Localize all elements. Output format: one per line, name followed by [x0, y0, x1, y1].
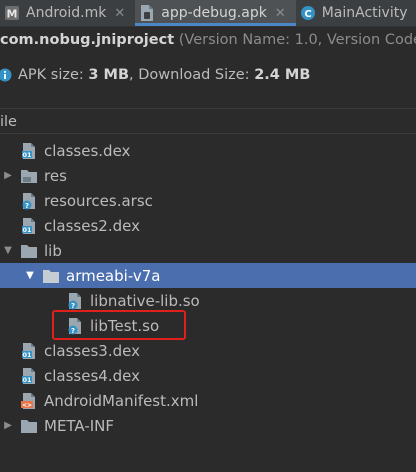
tab-label: MainActivity — [321, 5, 408, 21]
svg-text:01: 01 — [22, 151, 32, 159]
close-icon[interactable]: ✕ — [114, 6, 125, 21]
tree-item-classes4-dex[interactable]: 01 classes4.dex — [0, 363, 416, 388]
package-name: com.nobug.jniproject — [0, 32, 175, 48]
version-prefix: (Version Name: — [174, 32, 295, 48]
svg-text:?: ? — [25, 202, 29, 210]
tree-item-label: META-INF — [44, 416, 115, 435]
divider — [0, 108, 416, 109]
svg-text:C: C — [304, 9, 311, 20]
tree-item-armeabi-v7a[interactable]: ▼ armeabi-v7a — [0, 263, 416, 288]
tab-main-activity[interactable]: C MainActivity — [296, 0, 416, 26]
tree-item-resources-arsc[interactable]: ? resources.arsc — [0, 188, 416, 213]
class-icon: C — [300, 6, 315, 20]
tree-item-res[interactable]: ▶ res — [0, 163, 416, 188]
highlight-annotation-box — [52, 310, 186, 340]
tree-item-label: res — [44, 166, 67, 185]
tree-item-classes3-dex[interactable]: 01 classes3.dex — [0, 338, 416, 363]
info-icon — [0, 68, 12, 82]
version-name: 1.0 — [294, 32, 318, 48]
close-icon[interactable]: ✕ — [275, 6, 286, 21]
dex-file-icon: 01 — [22, 367, 35, 384]
tree-item-meta-inf[interactable]: ▶ META-INF — [0, 413, 416, 438]
svg-text:?: ? — [71, 302, 75, 310]
folder-icon — [43, 269, 59, 283]
tree-item-label: classes.dex — [44, 141, 131, 160]
dex-file-icon: 01 — [22, 217, 35, 234]
tab-label: app-debug.apk — [161, 5, 267, 21]
tree-item-label: resources.arsc — [44, 191, 153, 210]
chevron-down-icon[interactable]: ▼ — [24, 270, 36, 282]
dex-file-icon: 01 — [22, 142, 35, 159]
tree-item-label: classes3.dex — [44, 341, 140, 360]
apk-package-info: com.nobug.jniproject (Version Name: 1.0,… — [0, 32, 416, 56]
column-header-file[interactable]: ile — [0, 110, 416, 134]
svg-text:M: M — [7, 8, 18, 21]
tree-item-label: classes4.dex — [44, 366, 140, 385]
unknown-file-icon: ? — [68, 292, 81, 310]
tree-item-label: classes2.dex — [44, 216, 140, 235]
apk-size-label: APK size: — [18, 67, 89, 83]
makefile-icon: M — [5, 6, 19, 21]
tree-item-label: libnative-lib.so — [90, 291, 200, 310]
chevron-down-icon[interactable]: ▼ — [2, 245, 14, 257]
tree-item-classes-dex[interactable]: 01 classes.dex — [0, 138, 416, 163]
apk-size-info: APK size: 3 MB, Download Size: 2.4 MB — [0, 64, 416, 86]
tree-item-label: lib — [44, 241, 62, 260]
download-size-label: , Download Size: — [129, 67, 255, 83]
tree-item-android-manifest[interactable]: <> AndroidManifest.xml — [0, 388, 416, 413]
tab-label: Android.mk — [26, 5, 107, 21]
svg-text:<>: <> — [22, 402, 32, 409]
folder-icon — [21, 244, 37, 258]
chevron-right-icon[interactable]: ▶ — [2, 420, 14, 432]
svg-text:01: 01 — [22, 376, 32, 384]
unknown-file-icon: ? — [22, 192, 35, 210]
svg-text:01: 01 — [22, 351, 32, 359]
column-header-label: ile — [0, 113, 17, 130]
apk-size-value: 3 MB — [88, 67, 130, 83]
tree-item-label: AndroidManifest.xml — [44, 391, 199, 410]
editor-tab-bar: M Android.mk ✕ app-debug.apk ✕ C MainAct… — [0, 0, 416, 27]
dex-file-icon: 01 — [22, 342, 35, 359]
tab-android-mk[interactable]: M Android.mk ✕ — [0, 0, 135, 26]
chevron-right-icon[interactable]: ▶ — [2, 170, 14, 182]
tree-item-lib[interactable]: ▼ lib — [0, 238, 416, 263]
folder-icon — [21, 169, 37, 183]
tree-item-classes2-dex[interactable]: 01 classes2.dex — [0, 213, 416, 238]
svg-text:01: 01 — [22, 226, 32, 234]
tree-item-label: armeabi-v7a — [66, 266, 161, 285]
apk-file-icon — [141, 5, 154, 21]
download-size-value: 2.4 MB — [254, 67, 311, 83]
version-suffix: , Version Code: — [317, 32, 416, 48]
tab-app-debug-apk[interactable]: app-debug.apk ✕ — [135, 0, 297, 26]
folder-icon — [21, 419, 37, 433]
xml-file-icon: <> — [21, 392, 35, 409]
